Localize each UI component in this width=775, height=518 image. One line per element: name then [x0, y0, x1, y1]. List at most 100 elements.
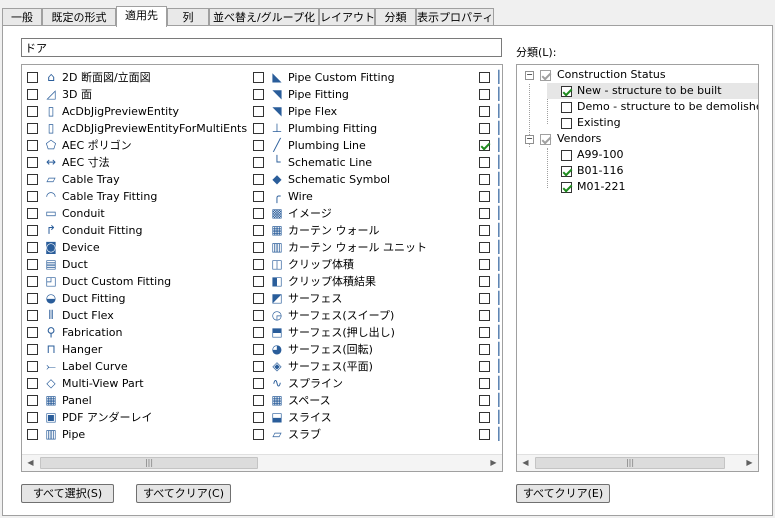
object-type-item[interactable]: ◿ 3D 面: [27, 86, 252, 103]
object-type-item[interactable]: ◧ クリップ体積結果: [253, 273, 478, 290]
scroll-thumb[interactable]: |||: [40, 457, 258, 469]
object-type-item[interactable]: ⬒ サーフェス(押し出し): [253, 324, 478, 341]
object-type-item[interactable]: ▯ AcDbJigPreviewEntity: [27, 103, 252, 120]
scroll-right-arrow-icon[interactable]: ▶: [485, 455, 502, 471]
object-type-checkbox[interactable]: [253, 293, 264, 304]
tab-applies-to[interactable]: 適用先: [116, 6, 167, 27]
object-type-item[interactable]: ▏: [479, 154, 502, 171]
object-type-checkbox[interactable]: [479, 72, 490, 83]
tree-group-construction-status[interactable]: − Construction Status: [525, 67, 758, 83]
object-type-checkbox[interactable]: [27, 395, 38, 406]
object-type-item[interactable]: ▏: [479, 103, 502, 120]
object-type-item[interactable]: ⊓ Hanger: [27, 341, 252, 358]
object-type-checkbox[interactable]: [253, 361, 264, 372]
object-type-item[interactable]: ▏: [479, 205, 502, 222]
object-type-item[interactable]: ◒ Duct Fitting: [27, 290, 252, 307]
object-type-checkbox[interactable]: [253, 191, 264, 202]
object-type-checkbox[interactable]: [253, 395, 264, 406]
object-type-item[interactable]: ╱ Plumbing Line: [253, 137, 478, 154]
object-type-item[interactable]: ◥ Pipe Fitting: [253, 86, 478, 103]
object-type-item[interactable]: ▦ カーテン ウォール: [253, 222, 478, 239]
object-type-checkbox[interactable]: [479, 174, 490, 185]
tab-sort-group[interactable]: 並べ替え/グループ化: [209, 8, 319, 26]
object-type-checkbox[interactable]: [27, 208, 38, 219]
tree-group-vendors[interactable]: − Vendors: [525, 131, 758, 147]
object-type-checkbox[interactable]: [479, 123, 490, 134]
object-type-checkbox[interactable]: [253, 106, 264, 117]
object-type-item[interactable]: ◩ サーフェス: [253, 290, 478, 307]
object-type-item[interactable]: ▏: [479, 290, 502, 307]
object-type-checkbox[interactable]: [253, 140, 264, 151]
search-input[interactable]: [21, 38, 502, 57]
object-type-checkbox[interactable]: [27, 344, 38, 355]
tree-item-checkbox[interactable]: [561, 102, 572, 113]
object-type-checkbox[interactable]: [27, 106, 38, 117]
object-type-item[interactable]: ▱ スラブ: [253, 426, 478, 443]
object-type-checkbox[interactable]: [253, 327, 264, 338]
horizontal-scrollbar[interactable]: ◀ ||| ▶: [22, 454, 502, 471]
object-type-item[interactable]: ↱ Conduit Fitting: [27, 222, 252, 239]
object-type-item[interactable]: ▏: [479, 426, 502, 443]
tree-item-checkbox[interactable]: [561, 86, 572, 97]
clear-all-button[interactable]: すべてクリア(C): [136, 484, 231, 503]
object-type-item[interactable]: ▦ Panel: [27, 392, 252, 409]
object-type-checkbox[interactable]: [27, 242, 38, 253]
object-type-checkbox[interactable]: [479, 106, 490, 117]
object-type-item[interactable]: ▏: [479, 239, 502, 256]
object-type-checkbox[interactable]: [27, 276, 38, 287]
object-type-checkbox[interactable]: [253, 72, 264, 83]
tree-item-checkbox[interactable]: [561, 166, 572, 177]
object-type-item[interactable]: ◰ Duct Custom Fitting: [27, 273, 252, 290]
object-type-checkbox[interactable]: [253, 310, 264, 321]
object-type-checkbox[interactable]: [27, 72, 38, 83]
object-type-checkbox[interactable]: [253, 344, 264, 355]
object-type-checkbox[interactable]: [479, 378, 490, 389]
object-type-item[interactable]: ▩ イメージ: [253, 205, 478, 222]
object-type-checkbox[interactable]: [253, 242, 264, 253]
tab-columns[interactable]: 列: [167, 8, 209, 26]
object-type-checkbox[interactable]: [27, 327, 38, 338]
scroll-left-arrow-icon[interactable]: ◀: [22, 455, 39, 471]
object-type-item[interactable]: ◶ サーフェス(スイープ): [253, 307, 478, 324]
tree-item-b01-116[interactable]: B01-116: [547, 163, 758, 179]
object-type-item[interactable]: ⦀ Duct Flex: [27, 307, 252, 324]
object-type-checkbox[interactable]: [479, 429, 490, 440]
object-type-checkbox[interactable]: [479, 140, 490, 151]
tree-item-checkbox[interactable]: [561, 118, 572, 129]
object-type-item[interactable]: └ Schematic Line: [253, 154, 478, 171]
object-type-checkbox[interactable]: [479, 344, 490, 355]
tree-item-demo[interactable]: Demo - structure to be demolished: [547, 99, 758, 115]
scroll-left-arrow-icon[interactable]: ◀: [517, 455, 534, 471]
object-type-item[interactable]: ▏: [479, 188, 502, 205]
object-type-item[interactable]: ⬓ スライス: [253, 409, 478, 426]
object-type-checkbox[interactable]: [27, 174, 38, 185]
object-type-checkbox[interactable]: [479, 310, 490, 321]
object-type-item[interactable]: ∿ スプライン: [253, 375, 478, 392]
object-type-checkbox[interactable]: [253, 123, 264, 134]
object-type-item[interactable]: ▏: [479, 375, 502, 392]
object-type-checkbox[interactable]: [479, 293, 490, 304]
object-type-checkbox[interactable]: [27, 140, 38, 151]
object-type-item[interactable]: ▏: [479, 307, 502, 324]
object-type-checkbox[interactable]: [253, 208, 264, 219]
scroll-thumb[interactable]: |||: [535, 457, 725, 469]
object-type-item[interactable]: ▭ Conduit: [27, 205, 252, 222]
scroll-right-arrow-icon[interactable]: ▶: [741, 455, 758, 471]
object-type-checkbox[interactable]: [479, 395, 490, 406]
tab-layout[interactable]: レイアウト: [319, 8, 375, 26]
object-type-checkbox[interactable]: [253, 157, 264, 168]
clear-all-classification-button[interactable]: すべてクリア(E): [516, 484, 610, 503]
object-type-checkbox[interactable]: [27, 429, 38, 440]
object-type-checkbox[interactable]: [253, 378, 264, 389]
object-type-item[interactable]: ◕ サーフェス(回転): [253, 341, 478, 358]
object-type-checkbox[interactable]: [253, 225, 264, 236]
object-type-checkbox[interactable]: [253, 276, 264, 287]
object-type-item[interactable]: ▏: [479, 137, 502, 154]
object-type-item[interactable]: ▏: [479, 86, 502, 103]
object-type-checkbox[interactable]: [479, 412, 490, 423]
tab-display-properties[interactable]: 表示プロパティ: [416, 8, 494, 26]
object-type-item[interactable]: ▏: [479, 273, 502, 290]
object-type-item[interactable]: ▦ スペース: [253, 392, 478, 409]
collapse-icon[interactable]: −: [525, 135, 534, 144]
object-type-checkbox[interactable]: [479, 242, 490, 253]
